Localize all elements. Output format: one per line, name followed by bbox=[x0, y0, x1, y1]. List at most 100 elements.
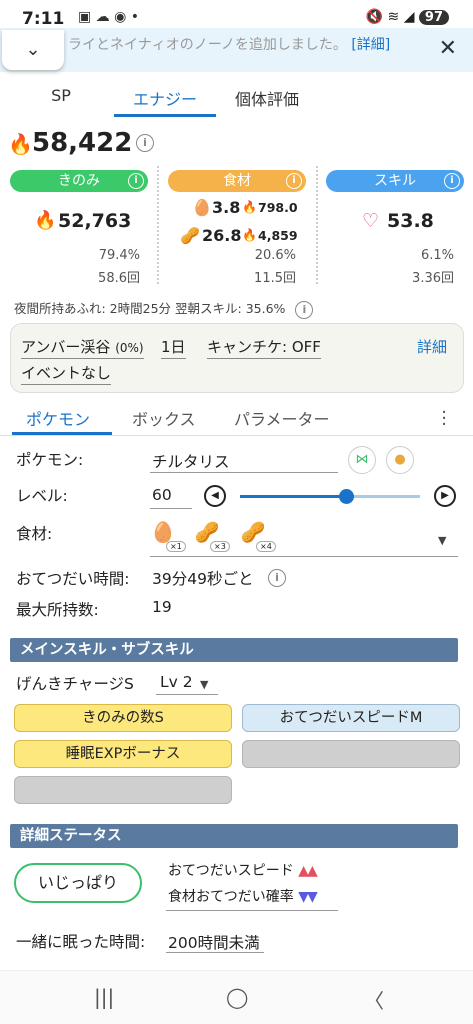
ingredient-2-energy: 4,859 bbox=[258, 228, 298, 243]
subskill-3-button[interactable]: 睡眠EXPボーナス bbox=[14, 740, 232, 768]
max-carry-label: 最大所持数: bbox=[16, 601, 99, 619]
ingredient-pill: 食材 i bbox=[168, 170, 306, 192]
ingredient-count-badge: ×3 bbox=[210, 541, 230, 552]
tab-parameter[interactable]: パラメーター bbox=[234, 406, 330, 430]
notice-detail-link[interactable]: [詳細] bbox=[351, 37, 390, 53]
flame-icon: 🔥 bbox=[242, 228, 257, 242]
subtab-indicator bbox=[12, 432, 112, 435]
pokemon-label: ポケモン: bbox=[16, 451, 84, 469]
ingredients-label: 食材: bbox=[16, 525, 53, 543]
ingredients-dropdown-icon[interactable]: ▼ bbox=[438, 534, 446, 547]
egg-icon: 🥚 bbox=[192, 198, 212, 217]
nature-button[interactable]: いじっぱり bbox=[14, 863, 142, 903]
nature-down-effect: 食材おてつだい確率 ▼▼ bbox=[168, 889, 318, 905]
home-icon[interactable]: ◯ bbox=[226, 985, 248, 1009]
ingredient-count-badge: ×4 bbox=[256, 541, 276, 552]
help-time-value: 39分49秒ごと bbox=[152, 570, 254, 588]
settings-card: アンバー渓谷 (0%) 1日 キャンチケ: OFF 詳細 イベントなし bbox=[10, 323, 464, 393]
recent-apps-icon[interactable]: ||| bbox=[94, 985, 114, 1009]
settings-detail-link[interactable]: 詳細 bbox=[417, 336, 447, 357]
level-underline bbox=[150, 508, 192, 509]
nature-effect-underline bbox=[166, 910, 338, 911]
skill-level-dropdown-icon[interactable]: ▼ bbox=[200, 678, 208, 691]
candy-icon[interactable]: ● bbox=[386, 446, 414, 474]
total-energy-value: 58,422 bbox=[32, 128, 133, 158]
notice-text: ライとネイナィオのノーノを追加しました。 [詳細] bbox=[68, 37, 391, 53]
column-divider bbox=[157, 166, 159, 284]
level-increase-icon[interactable]: ▶ bbox=[434, 485, 456, 507]
skill-energy-value: 53.8 bbox=[387, 210, 434, 232]
berry-count: 58.6回 bbox=[98, 271, 140, 286]
back-icon[interactable]: 〈 bbox=[364, 985, 384, 1014]
tab-indicator bbox=[114, 114, 216, 117]
main-skill-level[interactable]: Lv 2 bbox=[160, 673, 193, 691]
skill-percent: 6.1% bbox=[420, 248, 454, 263]
status-section-header: 詳細ステータス bbox=[10, 824, 458, 848]
ingredient-1-qty: 3.8 bbox=[212, 198, 241, 217]
column-divider bbox=[316, 166, 318, 284]
main-tabs: SP エナジー 個体評価 bbox=[0, 80, 473, 120]
subskill-4-button[interactable] bbox=[242, 740, 460, 768]
close-icon[interactable]: ✕ bbox=[439, 36, 457, 61]
level-input[interactable]: 60 bbox=[152, 486, 172, 504]
max-carry-value: 19 bbox=[152, 598, 172, 616]
flame-icon: 🔥 bbox=[8, 132, 33, 156]
system-nav-bar: ||| ◯ 〈 bbox=[0, 970, 473, 1024]
level-slider-thumb[interactable] bbox=[339, 489, 355, 504]
ingredients-underline bbox=[150, 556, 458, 557]
info-icon[interactable]: i bbox=[295, 300, 314, 319]
event-select[interactable]: イベントなし bbox=[21, 362, 112, 385]
tab-energy[interactable]: エナジー bbox=[114, 86, 216, 110]
skill-pill: スキル i bbox=[326, 170, 464, 192]
info-icon[interactable]: i bbox=[128, 173, 144, 189]
area-select[interactable]: アンバー渓谷 (0%) bbox=[21, 336, 144, 359]
level-slider-fill bbox=[240, 495, 347, 498]
flame-icon: 🔥 bbox=[242, 200, 257, 214]
sub-tabs: ポケモン ボックス パラメーター · · · bbox=[0, 400, 473, 436]
level-label: レベル: bbox=[16, 487, 68, 505]
status-time: 7:11 bbox=[22, 9, 65, 29]
berry-energy-value: 52,763 bbox=[58, 210, 132, 232]
info-icon[interactable]: i bbox=[444, 173, 460, 189]
heart-icon: ♡ bbox=[362, 210, 380, 232]
tab-pokemon[interactable]: ポケモン bbox=[26, 406, 90, 430]
tab-sp[interactable]: SP bbox=[40, 86, 82, 105]
evolution-tree-icon[interactable]: ⋈ bbox=[348, 446, 376, 474]
battery-indicator: 97 bbox=[418, 10, 449, 25]
ingredient-count-badge: ×1 bbox=[166, 541, 186, 552]
notification-icons: ▣ ☁ ◉ • bbox=[78, 9, 140, 25]
help-time-label: おてつだい時間: bbox=[16, 570, 130, 588]
candy-toggle[interactable]: キャンチケ: OFF bbox=[207, 336, 321, 359]
tab-box[interactable]: ボックス bbox=[132, 406, 196, 430]
collapse-chevron-icon[interactable]: ⌄ bbox=[2, 30, 64, 70]
berry-percent: 79.4% bbox=[98, 248, 140, 263]
ingredient-2-qty: 26.8 bbox=[202, 226, 242, 245]
up-arrow-icon: ▲▲ bbox=[298, 863, 317, 879]
info-icon[interactable]: i bbox=[286, 173, 302, 189]
subskill-2-button[interactable]: おてつだいスピードM bbox=[242, 704, 460, 732]
nature-up-effect: おてつだいスピード ▲▲ bbox=[168, 863, 318, 879]
night-info: 夜間所持あふれ: 2時間25分 翌朝スキル: 35.6% i bbox=[14, 298, 314, 319]
more-menu-icon[interactable]: · · · bbox=[441, 404, 447, 434]
level-decrease-icon[interactable]: ◀ bbox=[204, 485, 226, 507]
info-icon[interactable]: i bbox=[136, 134, 154, 152]
main-skill-name: げんきチャージS bbox=[16, 675, 134, 693]
sleep-time-value[interactable]: 200時間未満 bbox=[168, 931, 260, 953]
info-icon[interactable]: i bbox=[268, 569, 286, 587]
pokemon-name-input[interactable]: チルタリス bbox=[152, 450, 230, 472]
notice-banner: ⌄ ライとネイナィオのノーノを追加しました。 [詳細] ✕ bbox=[0, 28, 473, 72]
days-select[interactable]: 1日 bbox=[161, 336, 186, 359]
flame-icon: 🔥 bbox=[34, 210, 57, 231]
subskill-5-button[interactable] bbox=[14, 776, 232, 804]
pokemon-name-underline bbox=[150, 472, 338, 473]
soybean-icon: 🥜 bbox=[180, 226, 200, 245]
ingredient-count: 11.5回 bbox=[254, 271, 296, 286]
sleep-time-underline bbox=[166, 952, 264, 953]
skill-level-underline bbox=[156, 694, 218, 695]
skills-section-header: メインスキル・サブスキル bbox=[10, 638, 458, 662]
subskill-1-button[interactable]: きのみの数S bbox=[14, 704, 232, 732]
down-arrow-icon: ▼▼ bbox=[298, 889, 317, 905]
skill-count: 3.36回 bbox=[412, 271, 454, 286]
berry-pill: きのみ i bbox=[10, 170, 148, 192]
tab-evaluation[interactable]: 個体評価 bbox=[226, 86, 308, 110]
